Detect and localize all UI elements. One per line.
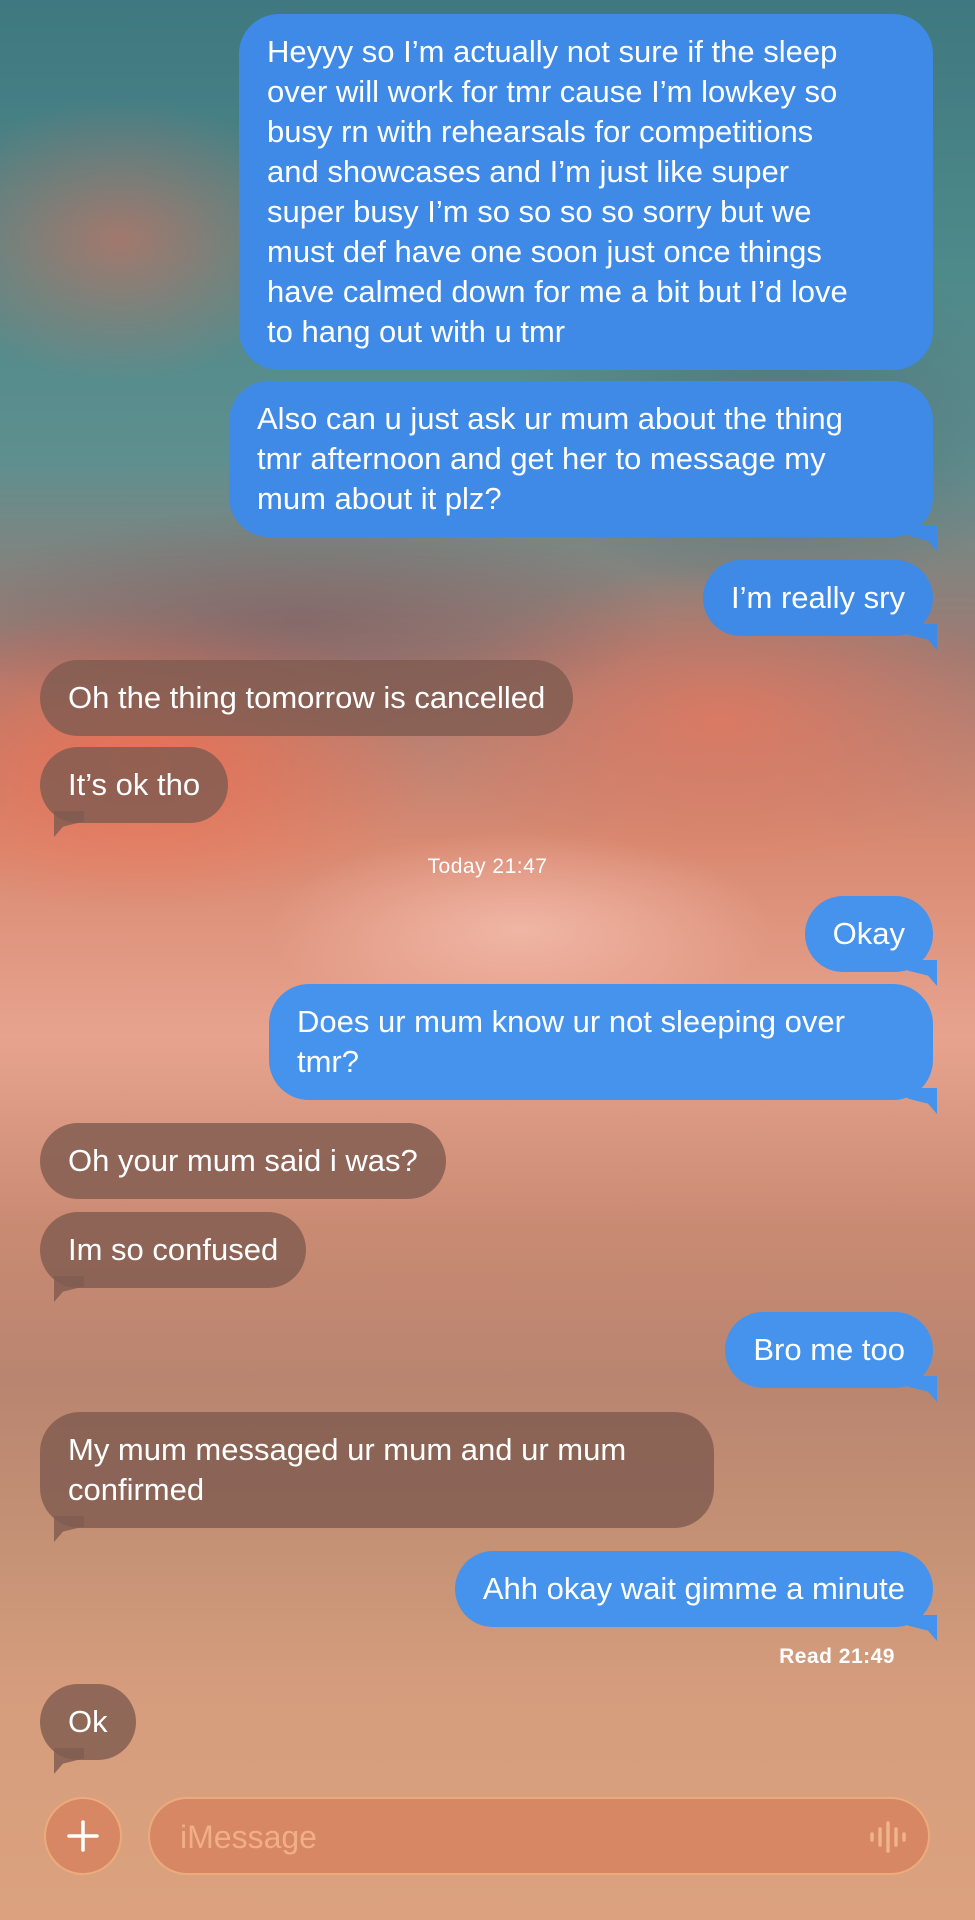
message-bubble-outgoing[interactable]: Does ur mum know ur not sleeping over tm… [269, 984, 933, 1100]
message-bubble-outgoing[interactable]: Heyyy so I’m actually not sure if the sl… [239, 14, 933, 370]
message-input[interactable]: iMessage [148, 1797, 930, 1875]
message-bubble-outgoing[interactable]: I’m really sry [703, 560, 933, 636]
message-bubble-incoming[interactable]: Oh the thing tomorrow is cancelled [40, 660, 574, 736]
message-bubble-incoming[interactable]: Ok [40, 1684, 136, 1760]
message-bubble-incoming[interactable]: My mum messaged ur mum and ur mum confir… [40, 1412, 714, 1528]
waveform-icon[interactable] [868, 1819, 908, 1855]
plus-icon [67, 1820, 99, 1852]
message-bubble-outgoing[interactable]: Also can u just ask ur mum about the thi… [229, 381, 933, 537]
compose-bar: iMessage [0, 1797, 975, 1877]
message-input-placeholder: iMessage [180, 1819, 317, 1855]
message-thread: Heyyy so I’m actually not sure if the sl… [0, 0, 975, 1920]
message-bubble-incoming[interactable]: Oh your mum said i was? [40, 1123, 446, 1199]
message-bubble-outgoing[interactable]: Bro me too [725, 1312, 933, 1388]
message-bubble-outgoing[interactable]: Ahh okay wait gimme a minute [454, 1551, 933, 1627]
message-bubble-incoming[interactable]: Im so confused [40, 1212, 307, 1288]
read-receipt: Read 21:49 [779, 1645, 895, 1668]
timestamp: Today 21:47 [427, 855, 548, 878]
add-attachment-button[interactable] [44, 1797, 122, 1875]
message-bubble-outgoing[interactable]: Okay [804, 896, 933, 972]
message-bubble-incoming[interactable]: It’s ok tho [40, 747, 229, 823]
